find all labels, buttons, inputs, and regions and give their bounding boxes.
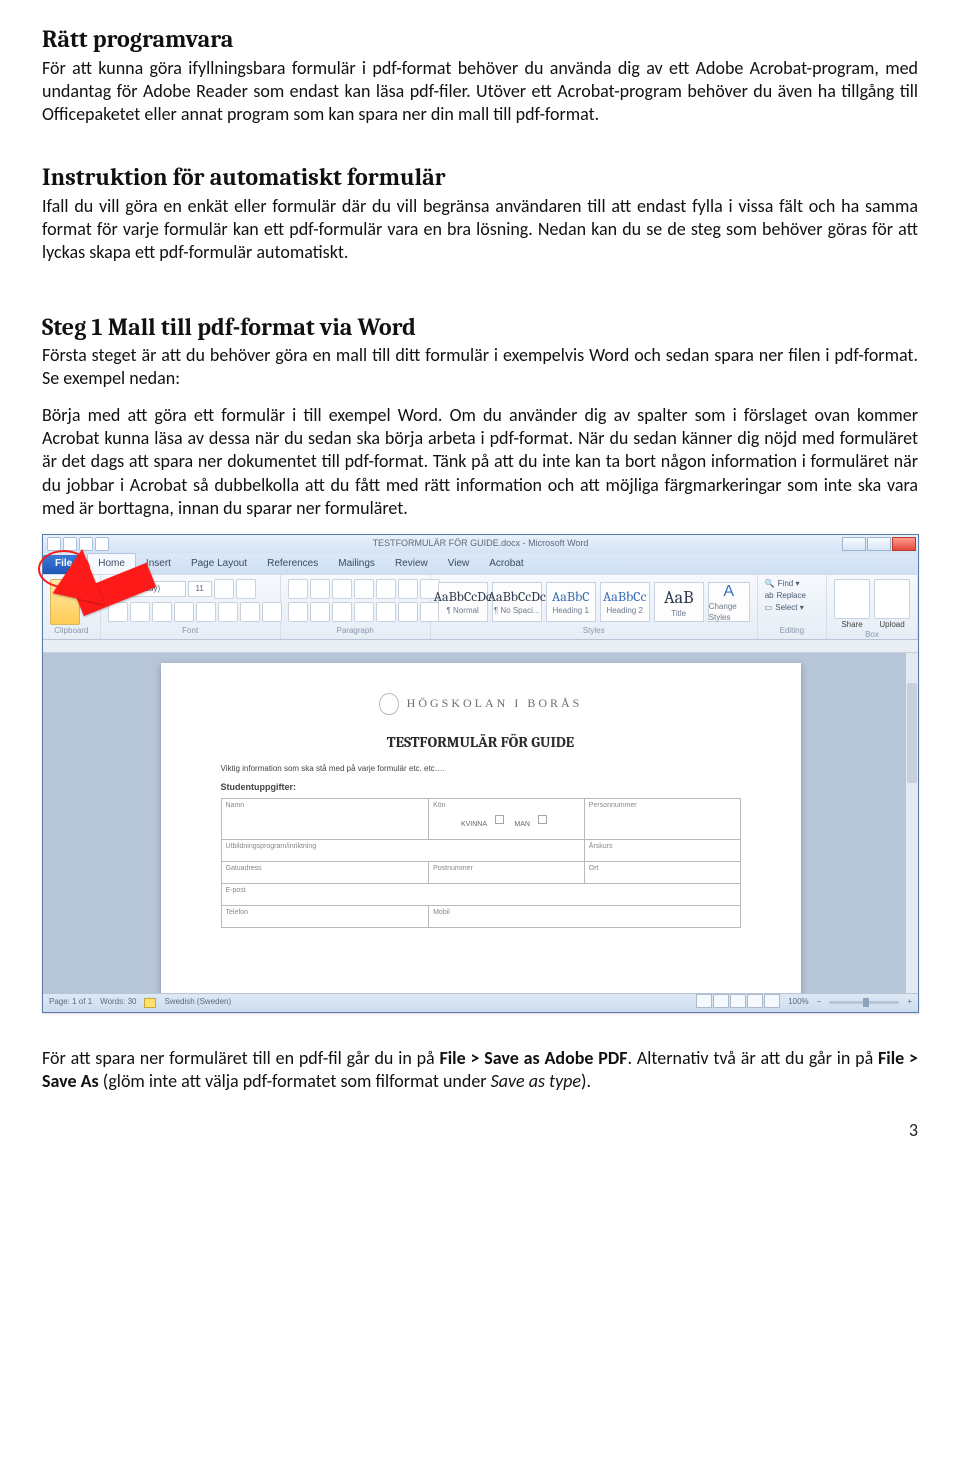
paragraph: För att kunna göra ifyllningsbara formul… [42,57,918,126]
grow-font-icon[interactable] [214,579,234,599]
find-button[interactable]: 🔍Find ▾ [765,579,800,589]
tab-page-layout[interactable]: Page Layout [181,554,257,574]
underline-icon[interactable] [152,602,172,622]
paragraph: För att spara ner formuläret till en pdf… [42,1047,918,1093]
group-font: Font [108,626,273,636]
close-icon [892,537,916,551]
style-normal[interactable]: AaBbCcDc¶ Normal [438,582,488,622]
font-size-select[interactable]: 11 [188,581,212,597]
sup-icon[interactable] [218,602,238,622]
numbering-icon[interactable] [310,579,330,599]
sub-icon[interactable] [196,602,216,622]
redo-icon [95,537,109,551]
shading-icon[interactable] [398,602,418,622]
group-paragraph: Paragraph [288,626,423,636]
style-nospacing[interactable]: AaBbCcDc¶ No Spaci... [492,582,542,622]
style-heading2[interactable]: AaBbCcHeading 2 [600,582,650,622]
group-styles: Styles [438,626,750,636]
italic-icon[interactable] [130,602,150,622]
document-area: HÖGSKOLAN I BORÅS TESTFORMULÄR FÖR GUIDE… [43,653,918,993]
word-statusbar: Page: 1 of 1 Words: 30 Swedish (Sweden) … [43,993,918,1012]
select-icon: ▭ [765,603,773,613]
vertical-scrollbar[interactable] [906,653,918,993]
style-title[interactable]: AaBTitle [654,582,704,622]
group-box: Box [834,630,910,640]
tab-references[interactable]: References [257,554,328,574]
highlight-icon[interactable] [240,602,260,622]
school-emblem-icon [379,693,399,715]
heading-ratt-programvara: Rätt programvara [42,24,918,55]
multilevel-icon[interactable] [332,579,352,599]
save-icon [63,537,77,551]
bold-text: File > Save as Adobe PDF [440,1047,628,1069]
heading-instruktion: Instruktion för automatiskt formulär [42,162,918,193]
replace-button[interactable]: abReplace [765,591,806,601]
tab-acrobat[interactable]: Acrobat [479,554,533,574]
ruler [43,640,918,653]
italic-text: Save as type [491,1070,581,1092]
view-buttons[interactable] [695,994,780,1011]
align-left-icon[interactable] [288,602,308,622]
word-icon [47,537,61,551]
form-info: Viktig information som ska stå med på va… [221,764,741,774]
ribbon: Clipboard Calibri (Body) 11 [43,574,918,640]
line-spacing-icon[interactable] [376,602,396,622]
word-titlebar: TESTFORMULÄR FÖR GUIDE.docx - Microsoft … [43,535,918,553]
zoom-slider[interactable] [829,1001,899,1004]
language-flag-icon [144,998,156,1008]
page-number: 3 [42,1119,918,1142]
heading-steg1: Steg 1 Mall till pdf-format via Word [42,312,918,343]
word-screenshot: TESTFORMULÄR FÖR GUIDE.docx - Microsoft … [42,534,919,1013]
tab-mailings[interactable]: Mailings [328,554,385,574]
bullets-icon[interactable] [288,579,308,599]
indent-inc-icon[interactable] [376,579,396,599]
minimize-icon [842,537,866,551]
window-buttons [842,537,916,551]
font-color-icon[interactable] [262,602,282,622]
justify-icon[interactable] [354,602,374,622]
strike-icon[interactable] [174,602,194,622]
select-button[interactable]: ▭Select ▾ [765,603,804,613]
paragraph: Ifall du vill göra en enkät eller formul… [42,195,918,264]
checkbox-kvinna[interactable] [495,815,504,824]
word-window-title: TESTFORMULÄR FÖR GUIDE.docx - Microsoft … [373,538,589,550]
group-editing: Editing [765,626,819,636]
status-words: Words: 30 [100,997,136,1007]
form-table: Namn Kön KVINNA MAN Personnummer Utbildn… [221,798,741,929]
paragraph: Första steget är att du behöver göra en … [42,344,918,390]
checkbox-man[interactable] [538,815,547,824]
group-clipboard: Clipboard [50,626,93,636]
maximize-icon [867,537,891,551]
upload-button[interactable] [874,579,910,619]
share-button[interactable] [834,579,870,619]
change-styles-button[interactable]: AChange Styles [708,582,750,622]
sort-icon[interactable] [398,579,418,599]
find-icon: 🔍 [765,579,775,589]
ribbon-tabs: File Home Insert Page Layout References … [43,553,918,574]
school-name: HÖGSKOLAN I BORÅS [407,696,583,711]
document-page: HÖGSKOLAN I BORÅS TESTFORMULÄR FÖR GUIDE… [161,663,801,993]
form-title: TESTFORMULÄR FÖR GUIDE [221,733,741,752]
share-label: Share [841,620,862,630]
style-heading1[interactable]: AaBbCHeading 1 [546,582,596,622]
status-page: Page: 1 of 1 [49,997,92,1007]
indent-dec-icon[interactable] [354,579,374,599]
quick-access-toolbar [47,537,109,551]
form-subheading: Studentuppgifter: [221,782,741,794]
align-right-icon[interactable] [332,602,352,622]
status-zoom: 100% [788,997,808,1007]
shrink-font-icon[interactable] [236,579,256,599]
replace-icon: ab [765,591,774,601]
paragraph: Börja med att göra ett formulär i till e… [42,404,918,519]
status-language: Swedish (Sweden) [164,997,231,1007]
tab-view[interactable]: View [438,554,480,574]
align-center-icon[interactable] [310,602,330,622]
tab-review[interactable]: Review [385,554,438,574]
upload-label: Upload [879,620,904,630]
